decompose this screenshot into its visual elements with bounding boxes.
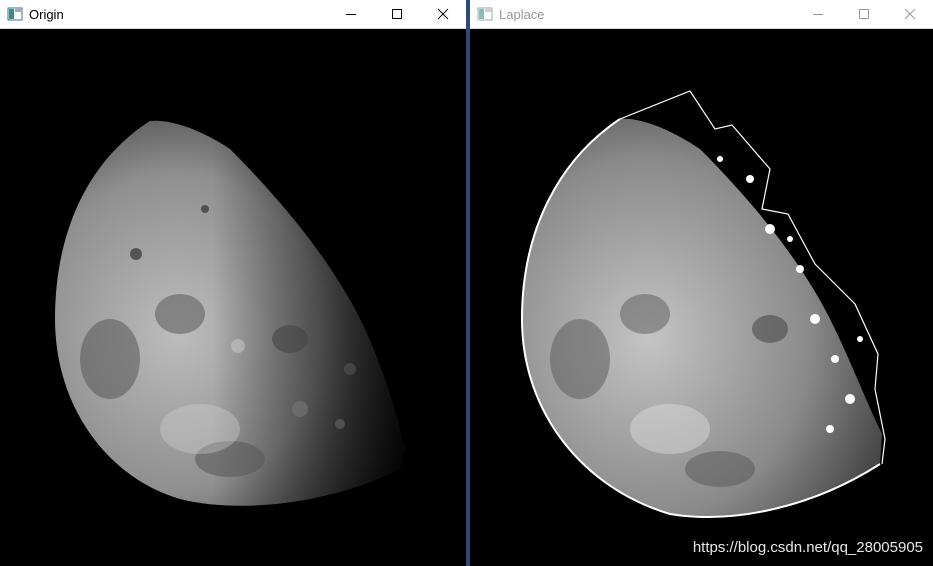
- maximize-button[interactable]: [374, 0, 420, 28]
- window-title: Origin: [29, 6, 64, 22]
- title-bar[interactable]: Origin: [0, 0, 466, 29]
- close-button[interactable]: [887, 0, 933, 28]
- minimize-icon: [346, 14, 356, 15]
- window-app-icon: [7, 7, 23, 21]
- close-icon: [904, 8, 916, 20]
- image-canvas: https://blog.csdn.net/qq_28005905: [470, 29, 933, 566]
- watermark-text: https://blog.csdn.net/qq_28005905: [692, 539, 923, 556]
- window-app-icon: [477, 7, 493, 21]
- minimize-icon: [813, 14, 823, 15]
- maximize-icon: [859, 9, 869, 19]
- maximize-icon: [392, 9, 402, 19]
- window-title: Laplace: [499, 6, 545, 22]
- laplace-moon-image: [520, 90, 886, 518]
- maximize-button[interactable]: [841, 0, 887, 28]
- image-canvas: [0, 29, 466, 566]
- origin-window: Origin: [0, 0, 466, 566]
- title-bar[interactable]: Laplace: [470, 0, 933, 29]
- minimize-button[interactable]: [328, 0, 374, 28]
- moon-image: [55, 120, 405, 506]
- minimize-button[interactable]: [795, 0, 841, 28]
- laplace-window: Laplace https://blog.csdn.net/qq_2800590…: [470, 0, 933, 566]
- close-button[interactable]: [420, 0, 466, 28]
- close-icon: [437, 8, 449, 20]
